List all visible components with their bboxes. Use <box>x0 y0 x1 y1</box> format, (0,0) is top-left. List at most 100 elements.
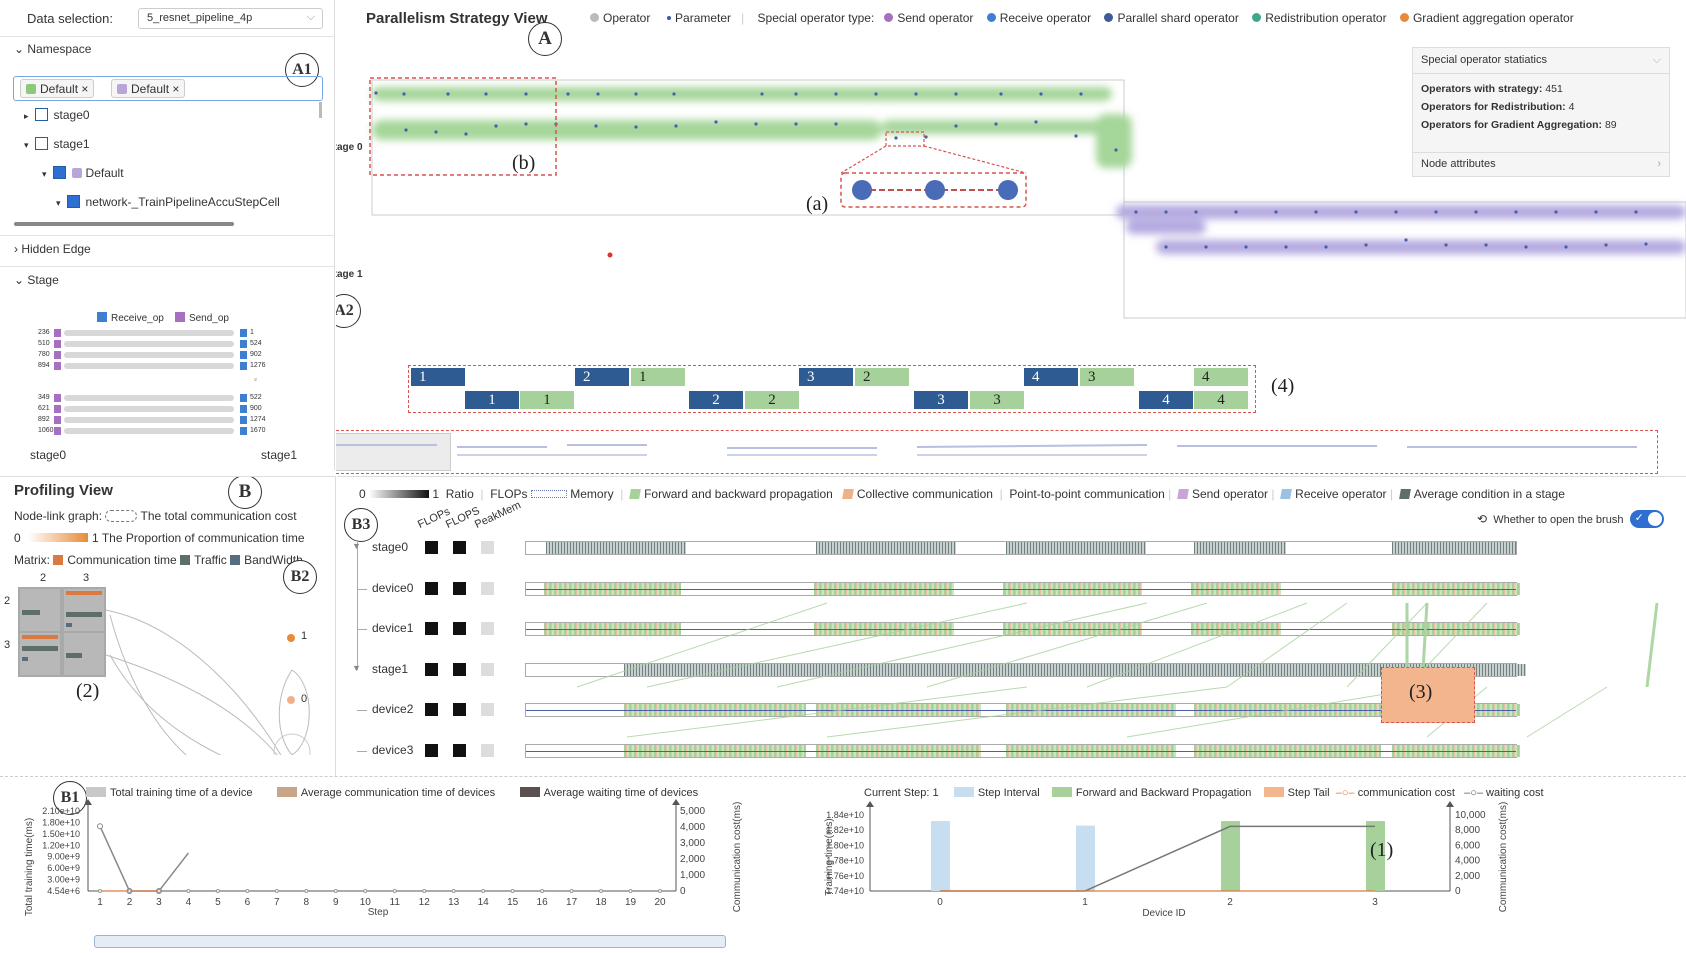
brush-toggle-switch[interactable]: ✓ <box>1629 510 1664 528</box>
node-attributes-toggle[interactable]: Node attributes › <box>1413 152 1669 176</box>
hidden-edge-section-toggle[interactable]: › Hidden Edge <box>0 235 334 263</box>
stage-row[interactable]: 349 522 <box>0 393 334 404</box>
trace-bar[interactable] <box>525 541 1517 555</box>
checkbox[interactable] <box>34 137 48 150</box>
metric-cell[interactable] <box>425 581 438 595</box>
pipeline-block[interactable]: 3 <box>798 367 854 387</box>
metric-cell[interactable] <box>425 703 438 716</box>
statistics-title[interactable]: Special operator statiatics ⌵ <box>1413 48 1669 74</box>
namespace-tag-input[interactable]: Default × Default × <box>13 76 323 101</box>
stage-legend: Receive_op Send_op <box>97 312 229 324</box>
metric-cell[interactable] <box>481 662 494 676</box>
metric-cell[interactable] <box>481 743 494 757</box>
metric-cell[interactable] <box>453 703 466 716</box>
metric-cell[interactable] <box>453 662 466 676</box>
pipeline-block[interactable]: 2 <box>688 390 744 410</box>
graph-node-1[interactable] <box>287 634 295 642</box>
step-point <box>451 889 456 893</box>
tree-item-stage1[interactable]: ▾ stage1 <box>24 137 90 151</box>
metric-cell[interactable] <box>453 541 466 554</box>
pipeline-block[interactable]: 2 <box>854 367 910 387</box>
collapse-caret-icon[interactable]: ▼ <box>352 541 361 551</box>
metric-cell[interactable] <box>481 622 494 635</box>
stage-row[interactable]: 892 1274 <box>0 415 334 426</box>
x-tick-label: 14 <box>478 897 490 908</box>
close-icon[interactable]: × <box>172 82 179 96</box>
metric-cell[interactable] <box>453 743 466 757</box>
step-point <box>628 889 633 893</box>
parallelism-strategy-view: Parallelism Strategy View Operator Param… <box>336 0 1686 476</box>
stage-row[interactable]: ▼ stage0 <box>337 540 1686 560</box>
pipeline-block[interactable]: 1 <box>410 367 466 387</box>
pipeline-block[interactable]: 4 <box>1023 367 1079 387</box>
pipeline-block[interactable]: 3 <box>913 390 969 410</box>
x-tick-label: 16 <box>537 897 549 908</box>
namespace-tag[interactable]: Default × <box>111 79 186 98</box>
collapse-caret-icon[interactable]: ▼ <box>352 663 361 673</box>
tree-scrollbar[interactable] <box>319 102 322 118</box>
metric-cell[interactable] <box>425 622 438 635</box>
device-training-time-chart[interactable]: 1.84e+101.82e+101.80e+101.78e+101.76e+10… <box>820 777 1686 953</box>
stage-axis-left: stage0 <box>30 448 67 462</box>
y-tick-label: 1.80e+10 <box>42 817 80 827</box>
stage-row[interactable]: 780 902 <box>0 350 334 361</box>
annotation-2: (2) <box>76 680 100 702</box>
communication-matrix-and-graph[interactable] <box>0 585 336 755</box>
checkbox[interactable] <box>34 108 48 121</box>
data-selection-dropdown[interactable]: 5_resnet_pipeline_4p ⌵ <box>138 8 323 29</box>
metric-cell[interactable] <box>425 743 438 757</box>
stage-row[interactable]: 1060 1670 <box>0 426 334 437</box>
timeline-sparkline <box>336 444 1637 456</box>
namespace-section-toggle[interactable]: ⌄ Namespace <box>14 42 91 56</box>
metric-cell[interactable] <box>425 662 438 676</box>
x-tick-label: 2 <box>127 897 133 908</box>
stage-row[interactable]: 894 1276 <box>0 361 334 372</box>
receive-dot-icon <box>986 13 996 22</box>
checkbox-checked[interactable] <box>66 195 80 208</box>
stage-section-toggle[interactable]: ⌄ Stage <box>0 266 334 294</box>
step-point <box>215 889 220 893</box>
metric-cell[interactable] <box>453 622 466 635</box>
step-range-slider[interactable] <box>94 935 726 948</box>
y-tick-label: 3.00e+9 <box>47 875 80 885</box>
graph-node-0[interactable] <box>287 696 295 704</box>
trace-bar[interactable] <box>525 581 1520 596</box>
checkbox-checked[interactable] <box>52 166 66 179</box>
matrix-col-label: 2 <box>40 572 47 584</box>
stage-activity-segment <box>816 542 956 554</box>
step-point <box>333 889 338 893</box>
pipeline-block[interactable]: 2 <box>574 367 630 387</box>
close-icon[interactable]: × <box>81 82 88 96</box>
tree-item-stage0[interactable]: ▸ stage0 <box>24 108 90 122</box>
stage-row[interactable]: 510 524 <box>0 339 334 350</box>
y-tick-label: 2.10e+10 <box>42 806 80 816</box>
training-time-chart[interactable]: 2.10e+101.80e+101.50e+101.20e+109.00e+96… <box>0 777 820 953</box>
metric-cell[interactable] <box>425 541 438 554</box>
pipeline-block[interactable]: 3 <box>969 390 1025 410</box>
metric-cell[interactable] <box>481 703 494 716</box>
profiling-legend: 0 1 Ratio | FLOPs Memory | Forward and b… <box>359 487 1565 501</box>
stage-row[interactable]: 236 1 <box>0 328 334 339</box>
pipeline-block[interactable]: 4 <box>1193 367 1249 387</box>
metric-cell[interactable] <box>453 581 466 595</box>
stage-row[interactable]: 621 900 <box>0 404 334 415</box>
pipeline-block[interactable]: 3 <box>1079 367 1135 387</box>
pipeline-block[interactable]: 1 <box>519 390 575 410</box>
tree-h-scrollbar[interactable] <box>14 222 234 226</box>
stage-activity-segment <box>1392 542 1516 554</box>
pipeline-block[interactable]: 4 <box>1138 390 1194 410</box>
namespace-tag[interactable]: Default × <box>20 79 95 98</box>
pipeline-block[interactable]: 1 <box>630 367 686 387</box>
metric-cell[interactable] <box>481 581 494 595</box>
metric-cell[interactable] <box>481 541 494 554</box>
refresh-icon[interactable]: ⟲ <box>1477 512 1487 526</box>
stage1-group-box <box>1123 201 1686 319</box>
data-selection-label: Data selection: <box>27 11 113 26</box>
tree-item-default[interactable]: ▾ Default <box>42 166 124 180</box>
pipeline-block[interactable]: 2 <box>744 390 800 410</box>
pipeline-block[interactable]: 1 <box>464 390 520 410</box>
brush-timeline-box[interactable] <box>336 430 1658 474</box>
pipeline-block[interactable]: 4 <box>1193 390 1249 410</box>
x-tick-label: 12 <box>419 897 431 908</box>
tree-item-network[interactable]: ▾ network-_TrainPipelineAccuStepCell <box>56 195 280 209</box>
